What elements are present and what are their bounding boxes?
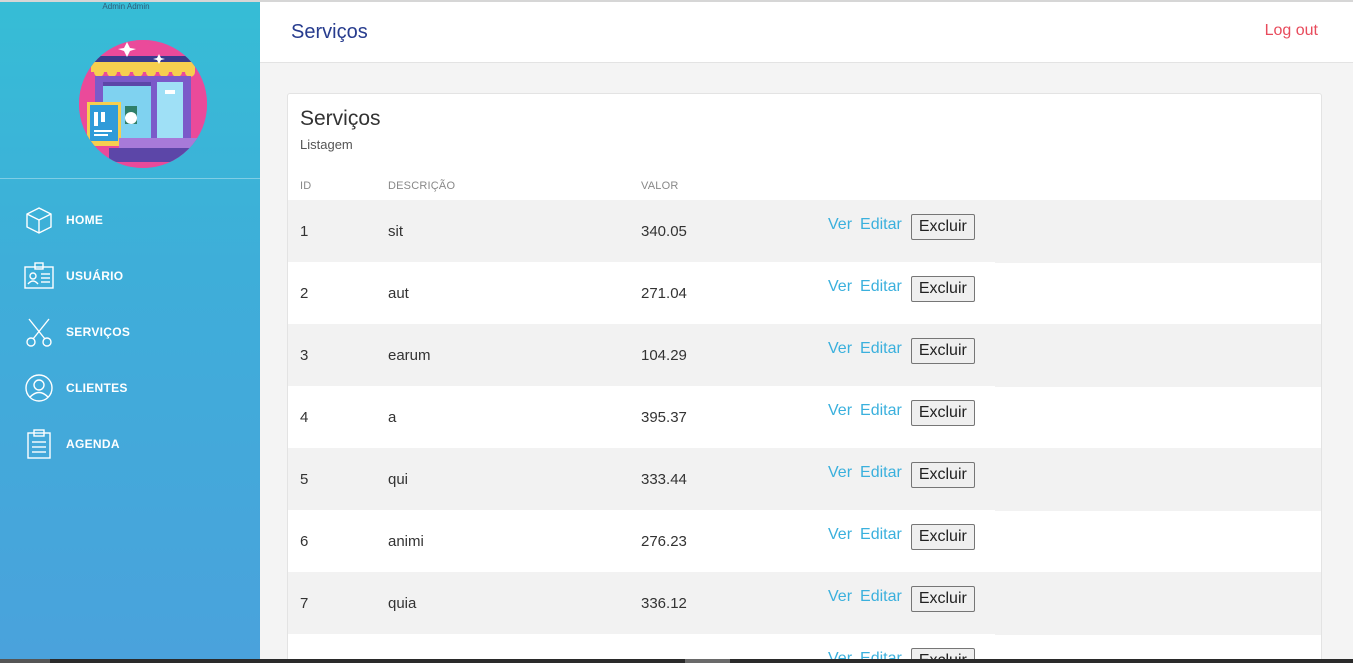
sidebar-item-label: CLIENTES: [66, 381, 128, 395]
edit-link[interactable]: Editar: [860, 402, 902, 420]
delete-button[interactable]: Excluir: [910, 462, 975, 488]
cell-descricao: qui: [388, 471, 409, 488]
cell-valor: 271.04: [641, 285, 687, 302]
view-link[interactable]: Ver: [828, 216, 852, 234]
sidebar-item-label: HOME: [66, 213, 104, 227]
cell-id: 6: [300, 533, 309, 550]
column-header-id: ID: [300, 180, 312, 192]
row-actions: Ver Editar Excluir: [828, 214, 975, 240]
cell-valor: 340.05: [641, 223, 687, 240]
cell-descricao: sit: [388, 223, 403, 240]
table-row: 1 sit 340.05 Ver Editar Excluir: [288, 200, 1321, 263]
sidebar-item-home[interactable]: HOME: [0, 192, 260, 248]
user-circle-icon: [24, 373, 54, 403]
view-link[interactable]: Ver: [828, 526, 852, 544]
table-row: 3 earum 104.29 Ver Editar Excluir: [288, 324, 1321, 387]
sidebar-item-servicos[interactable]: SERVIÇOS: [0, 304, 260, 360]
cell-valor: 276.23: [641, 533, 687, 550]
card-subtitle: Listagem: [300, 137, 353, 152]
row-actions: Ver Editar Excluir: [828, 338, 975, 364]
delete-button[interactable]: Excluir: [910, 214, 975, 240]
cell-valor: 395.37: [641, 409, 687, 426]
edit-link[interactable]: Editar: [860, 588, 902, 606]
cell-valor: 104.29: [641, 347, 687, 364]
view-link[interactable]: Ver: [828, 278, 852, 296]
admin-name: Admin Admin: [102, 2, 150, 11]
avatar: [79, 40, 207, 168]
row-actions: Ver Editar Excluir: [828, 524, 975, 550]
row-actions: Ver Editar Excluir: [828, 586, 975, 612]
delete-button[interactable]: Excluir: [910, 276, 975, 302]
cell-id: 3: [300, 347, 309, 364]
top-bar: Serviços Log out: [260, 2, 1353, 63]
cell-descricao: animi: [388, 533, 424, 550]
table-body: 1 sit 340.05 Ver Editar Excluir 2 aut 27…: [288, 200, 1321, 663]
table-row: 7 quia 336.12 Ver Editar Excluir: [288, 572, 1321, 635]
column-header-valor: VALOR: [641, 180, 679, 192]
sidebar-nav: HOME USUÁRIO SERVIÇOS CLIENTES AGENDA: [0, 192, 260, 472]
shop-illustration-icon: [79, 40, 207, 168]
view-link[interactable]: Ver: [828, 340, 852, 358]
edit-link[interactable]: Editar: [860, 216, 902, 234]
table-row: 4 a 395.37 Ver Editar Excluir: [288, 386, 1321, 448]
view-link[interactable]: Ver: [828, 588, 852, 606]
sidebar-item-clientes[interactable]: CLIENTES: [0, 360, 260, 416]
cube-icon: [24, 205, 54, 235]
id-card-icon: [24, 261, 54, 291]
edit-link[interactable]: Editar: [860, 278, 902, 296]
window-top-border: [0, 0, 1353, 2]
sidebar-item-label: AGENDA: [66, 437, 120, 451]
cell-descricao: a: [388, 409, 397, 426]
view-link[interactable]: Ver: [828, 464, 852, 482]
row-actions: Ver Editar Excluir: [828, 462, 975, 488]
delete-button[interactable]: Excluir: [910, 586, 975, 612]
table-row: 2 aut 271.04 Ver Editar Excluir: [288, 262, 1321, 324]
edit-link[interactable]: Editar: [860, 526, 902, 544]
delete-button[interactable]: Excluir: [910, 524, 975, 550]
sidebar: Admin Admin HOME USUÁRIO SERVIÇOS CLIENT…: [0, 0, 260, 663]
delete-button[interactable]: Excluir: [910, 338, 975, 364]
cell-id: 5: [300, 471, 309, 488]
cell-valor: 336.12: [641, 595, 687, 612]
clipboard-icon: [24, 429, 54, 459]
logout-link[interactable]: Log out: [1265, 22, 1318, 40]
column-header-descricao: DESCRIÇÃO: [388, 180, 456, 192]
cell-id: 4: [300, 409, 309, 426]
delete-button[interactable]: Excluir: [910, 400, 975, 426]
cell-id: 7: [300, 595, 309, 612]
sidebar-item-label: SERVIÇOS: [66, 325, 131, 339]
sidebar-item-label: USUÁRIO: [66, 269, 124, 283]
view-link[interactable]: Ver: [828, 402, 852, 420]
sidebar-item-usuario[interactable]: USUÁRIO: [0, 248, 260, 304]
card-title: Serviços: [300, 107, 381, 130]
table-header: ID DESCRIÇÃO VALOR: [288, 178, 1321, 200]
edit-link[interactable]: Editar: [860, 340, 902, 358]
page-title: Serviços: [291, 21, 368, 43]
cell-id: 2: [300, 285, 309, 302]
cell-descricao: aut: [388, 285, 409, 302]
sidebar-divider: [0, 178, 260, 179]
services-card: Serviços Listagem ID DESCRIÇÃO VALOR 1 s…: [287, 93, 1322, 663]
sidebar-item-agenda[interactable]: AGENDA: [0, 416, 260, 472]
table-row: 6 animi 276.23 Ver Editar Excluir: [288, 510, 1321, 572]
cell-valor: 333.44: [641, 471, 687, 488]
cell-id: 1: [300, 223, 309, 240]
edit-link[interactable]: Editar: [860, 464, 902, 482]
scissors-icon: [24, 317, 54, 347]
cell-descricao: quia: [388, 595, 417, 612]
table-row: 5 qui 333.44 Ver Editar Excluir: [288, 448, 1321, 511]
cell-descricao: earum: [388, 347, 431, 364]
row-actions: Ver Editar Excluir: [828, 276, 975, 302]
taskbar-strip: [0, 659, 1353, 663]
row-actions: Ver Editar Excluir: [828, 400, 975, 426]
